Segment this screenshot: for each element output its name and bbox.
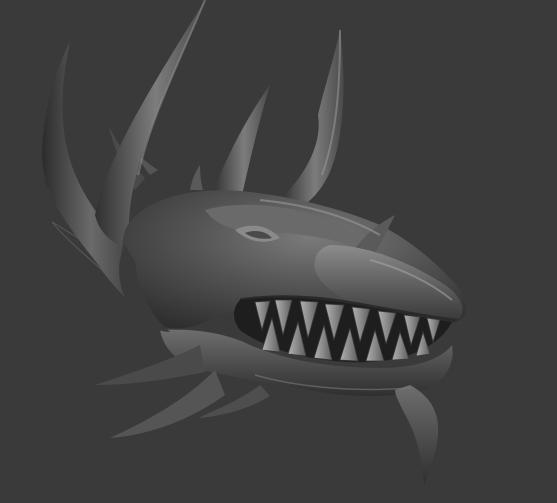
viewport-canvas[interactable] bbox=[0, 0, 557, 503]
jaw-fin-1 bbox=[95, 345, 205, 385]
mid-horn bbox=[212, 85, 270, 195]
right-horn bbox=[280, 30, 344, 208]
3d-viewport[interactable] bbox=[0, 0, 557, 503]
chin-spike bbox=[395, 385, 439, 485]
